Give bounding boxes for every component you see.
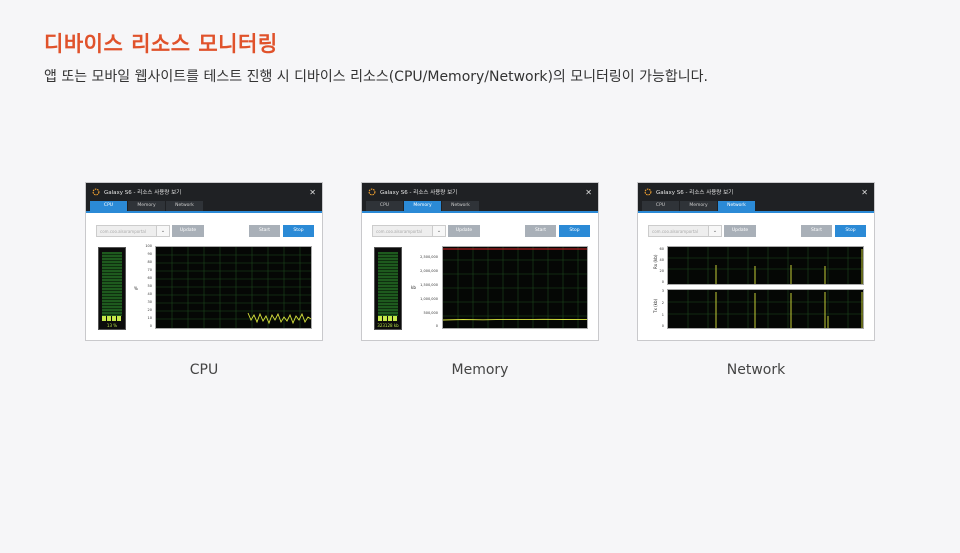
start-button[interactable]: Start <box>525 225 556 237</box>
cpu-plot <box>155 246 312 329</box>
y-tick: 60 <box>147 276 152 280</box>
cpu-gauge: 13 % <box>98 247 126 330</box>
memory-card: Galaxy S6 - 리소스 사용량 보기 ✕ CPU Memory Netw… <box>361 182 599 378</box>
y-tick: 80 <box>147 260 152 264</box>
gauge-track <box>378 252 398 321</box>
y-tick: 20 <box>147 308 152 312</box>
y-tick: 0 <box>149 324 152 328</box>
y-tick: 1 <box>661 313 664 317</box>
memory-gauge: 323128 kb <box>374 247 402 330</box>
y-tick: 10 <box>147 316 152 320</box>
rx-plot-svg <box>668 247 863 284</box>
tab-network[interactable]: Network <box>718 201 755 211</box>
memory-plot <box>442 246 588 329</box>
start-button[interactable]: Start <box>249 225 280 237</box>
package-select[interactable]: com.coo.alsoramportal ⌄ <box>648 225 722 237</box>
tx-plot-svg <box>668 290 863 328</box>
tab-memory[interactable]: Memory <box>404 201 441 211</box>
network-screenshot: Galaxy S6 - 리소스 사용량 보기 ✕ CPU Memory Netw… <box>637 182 875 341</box>
chevron-down-icon[interactable]: ⌄ <box>432 226 445 236</box>
controls-row: com.coo.alsoramportal ⌄ Update Start Stop <box>86 223 322 243</box>
tab-bar: CPU Memory Network <box>362 201 598 213</box>
update-button[interactable]: Update <box>724 225 756 237</box>
package-select[interactable]: com.coo.alsoramportal ⌄ <box>96 225 170 237</box>
window-titlebar: Galaxy S6 - 리소스 사용량 보기 ✕ <box>86 183 322 201</box>
cpu-screenshot: Galaxy S6 - 리소스 사용량 보기 ✕ CPU Memory Netw… <box>85 182 323 341</box>
gauge-level <box>102 316 122 321</box>
stop-button[interactable]: Stop <box>835 225 866 237</box>
y-tick: 20 <box>659 269 664 273</box>
window-title: Galaxy S6 - 리소스 사용량 보기 <box>104 190 182 196</box>
y-tick: 70 <box>147 268 152 272</box>
y-tick: 1,500,000 <box>420 283 438 287</box>
package-select-value: com.coo.alsoramportal <box>652 229 698 234</box>
package-select-value: com.coo.alsoramportal <box>376 229 422 234</box>
stop-button[interactable]: Stop <box>559 225 590 237</box>
cpu-card: Galaxy S6 - 리소스 사용량 보기 ✕ CPU Memory Netw… <box>85 182 323 378</box>
card-caption: Network <box>726 362 786 378</box>
tab-network[interactable]: Network <box>166 201 203 211</box>
memory-plot-svg <box>443 247 587 328</box>
y-tick: 90 <box>147 252 152 256</box>
update-button[interactable]: Update <box>448 225 480 237</box>
gauge-level <box>378 316 398 321</box>
controls-row: com.coo.alsoramportal ⌄ Update Start Stop <box>362 223 598 243</box>
y-tick: 30 <box>147 300 152 304</box>
app-logo-icon <box>92 188 100 196</box>
y-tick: 2,500,000 <box>420 255 438 259</box>
card-caption: Memory <box>451 362 509 378</box>
page-title: 디바이스 리소스 모니터링 <box>44 32 278 56</box>
y-tick: 2,000,000 <box>420 269 438 273</box>
start-button[interactable]: Start <box>801 225 832 237</box>
y-tick: 40 <box>147 292 152 296</box>
tab-memory[interactable]: Memory <box>680 201 717 211</box>
controls-row: com.coo.alsoramportal ⌄ Update Start Stop <box>638 223 874 243</box>
update-button[interactable]: Update <box>172 225 204 237</box>
stop-button[interactable]: Stop <box>283 225 314 237</box>
close-icon[interactable]: ✕ <box>585 188 592 197</box>
tab-network[interactable]: Network <box>442 201 479 211</box>
window-titlebar: Galaxy S6 - 리소스 사용량 보기 ✕ <box>362 183 598 201</box>
rx-plot <box>667 246 864 285</box>
window-title: Galaxy S6 - 리소스 사용량 보기 <box>380 190 458 196</box>
app-logo-icon <box>644 188 652 196</box>
y-tick: 0 <box>661 280 664 284</box>
y-tick: 3 <box>661 289 664 293</box>
gauge-track <box>102 252 122 321</box>
close-icon[interactable]: ✕ <box>309 188 316 197</box>
tab-bar: CPU Memory Network <box>86 201 322 213</box>
chevron-down-icon[interactable]: ⌄ <box>708 226 721 236</box>
gauge-label: 323128 kb <box>377 323 399 328</box>
package-select[interactable]: com.coo.alsoramportal ⌄ <box>372 225 446 237</box>
tab-cpu[interactable]: CPU <box>366 201 403 211</box>
close-icon[interactable]: ✕ <box>861 188 868 197</box>
memory-screenshot: Galaxy S6 - 리소스 사용량 보기 ✕ CPU Memory Netw… <box>361 182 599 341</box>
app-logo-icon <box>368 188 376 196</box>
y-tick: 60 <box>659 247 664 251</box>
tab-cpu[interactable]: CPU <box>90 201 127 211</box>
card-caption: CPU <box>189 362 219 378</box>
package-select-value: com.coo.alsoramportal <box>100 229 146 234</box>
y-tick: 100 <box>145 244 152 248</box>
y-tick: 0 <box>435 324 438 328</box>
y-tick: 0 <box>661 324 664 328</box>
cpu-plot-svg <box>156 247 311 328</box>
chevron-down-icon[interactable]: ⌄ <box>156 226 169 236</box>
tab-memory[interactable]: Memory <box>128 201 165 211</box>
tab-bar: CPU Memory Network <box>638 201 874 213</box>
y-tick: 1,000,000 <box>420 297 438 301</box>
tab-cpu[interactable]: CPU <box>642 201 679 211</box>
tx-plot <box>667 289 864 329</box>
gauge-label: 13 % <box>106 323 118 328</box>
y-tick: 40 <box>659 258 664 262</box>
page-description: 앱 또는 모바일 웹사이트를 테스트 진행 시 디바이스 리소스(CPU/Mem… <box>44 69 708 85</box>
window-titlebar: Galaxy S6 - 리소스 사용량 보기 ✕ <box>638 183 874 201</box>
window-title: Galaxy S6 - 리소스 사용량 보기 <box>656 190 734 196</box>
y-tick: 500,000 <box>423 311 438 315</box>
y-tick: 50 <box>147 284 152 288</box>
network-card: Galaxy S6 - 리소스 사용량 보기 ✕ CPU Memory Netw… <box>637 182 875 378</box>
y-tick: 2 <box>661 301 664 305</box>
